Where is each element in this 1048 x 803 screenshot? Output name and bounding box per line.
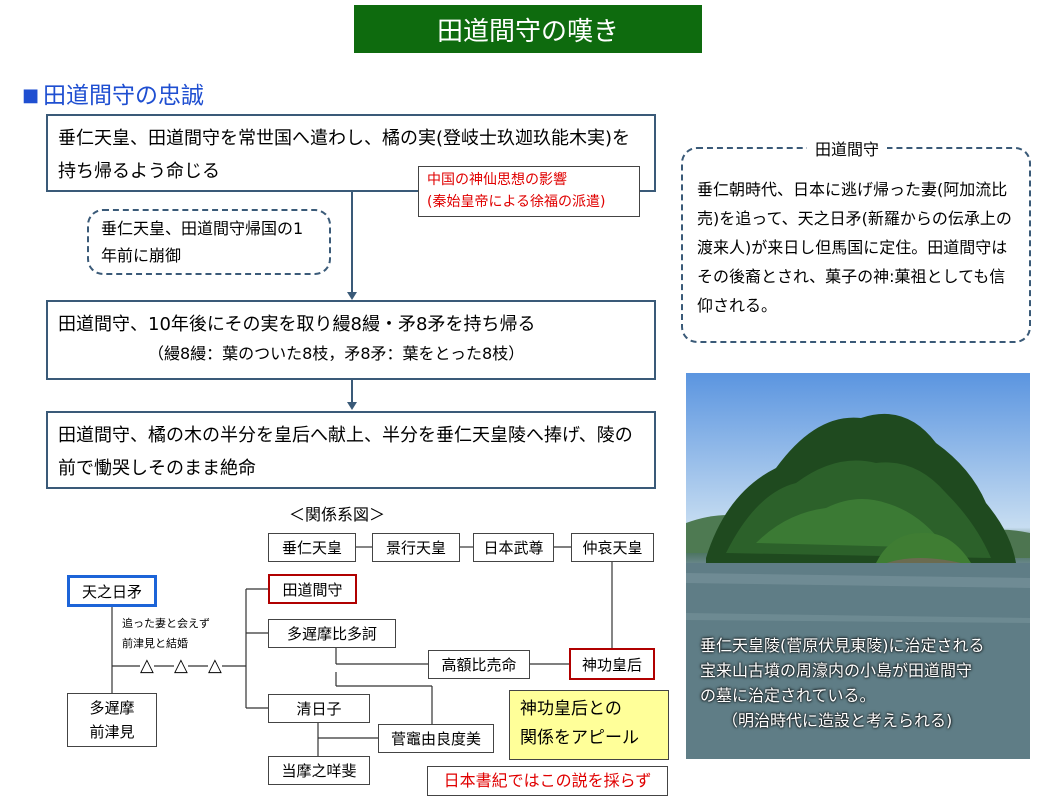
node-chuai: 仲哀天皇 [571,533,654,562]
yellow-callout: 神功皇后との 関係をアピール [509,690,669,760]
node-yamatotakeru: 日本武尊 [473,533,554,562]
genealogy-red-note: 日本書紀ではこの説を採らず [427,766,668,796]
genealogy-note: 追った妻と会えず 前津見と結婚 [122,614,210,654]
genealogy-lines [111,546,613,756]
node-tajima: 多遅摩 前津見 [67,693,157,747]
node-tajimahitaka: 多遅摩比多訶 [268,619,396,648]
triangle-icon: △ [140,655,154,676]
node-jingu: 神功皇后 [569,648,655,680]
genealogy-note-line2: 前津見と結婚 [122,637,188,650]
node-tajimamori: 田道間守 [268,574,357,604]
triangle-icon: △ [208,655,222,676]
node-tajima-line2: 前津見 [89,723,135,741]
node-tagimanomehi: 当摩之咩斐 [268,756,370,785]
triangle-icon: △ [174,655,188,676]
genealogy-note-line1: 追った妻と会えず [122,617,210,630]
node-keiko: 景行天皇 [372,533,460,562]
node-kiyohiko: 清日子 [268,694,370,723]
yellow-callout-line1: 神功皇后との [520,699,622,719]
node-amenohiboko: 天之日矛 [67,575,157,607]
node-takanuka: 高額比売命 [428,650,530,679]
node-sugakamayura: 菅竈由良度美 [378,724,494,753]
yellow-callout-line2: 関係をアピール [520,728,639,748]
node-tajima-line1: 多遅摩 [89,699,135,717]
node-suinin: 垂仁天皇 [268,533,356,562]
